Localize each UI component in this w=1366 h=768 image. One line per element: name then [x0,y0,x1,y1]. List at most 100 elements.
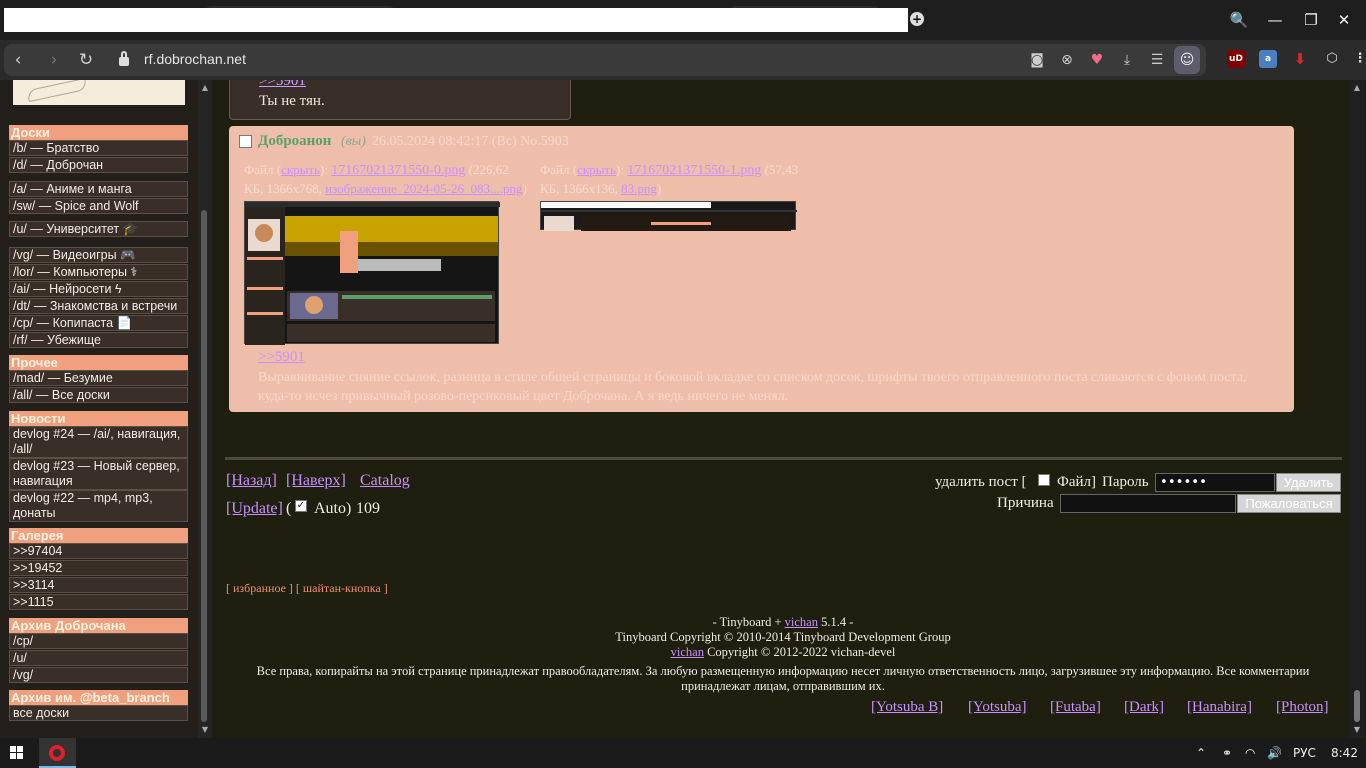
shield-icon[interactable]: ⊗ [1057,50,1077,70]
scroll-down-icon[interactable]: ▼ [200,726,210,734]
file-sep: ): [320,162,328,177]
auto-update-checkbox[interactable]: ✓ [295,500,307,512]
sidebar-item-a[interactable]: /a/ — Аниме и манга [9,181,188,197]
original-name-link[interactable]: 83.png [621,181,657,196]
sidebar-item-rf[interactable]: /rf/ — Убежище [9,332,188,348]
translate-icon[interactable]: a [1259,50,1277,68]
forward-icon[interactable]: › [42,48,66,72]
download-icon[interactable]: ⤓ [1117,50,1137,70]
ublock-icon[interactable]: uD [1227,50,1245,68]
sidebar-gallery-item[interactable]: >>19452 [9,560,188,576]
sidebar-item-d[interactable]: /d/ — Доброчан [9,157,188,173]
sidebar-item-vg[interactable]: /vg/ — Видеоигры 🎮 [9,247,188,263]
hide-file-link[interactable]: скрыть [281,162,320,177]
camera-icon[interactable]: ◙ [1027,50,1047,70]
volume-icon[interactable]: 🔊 [1267,745,1282,761]
style-futaba[interactable]: [Futaba] [1050,699,1101,716]
style-dark[interactable]: [Dark] [1124,699,1164,716]
lock-icon [118,51,130,67]
extensions-icon[interactable]: ⬡ [1323,50,1341,68]
report-button[interactable]: Пожаловаться [1237,494,1341,513]
file-dims: КБ, 1366x136, [540,181,618,196]
accessibility-icon[interactable]: ⚭ [1222,745,1232,761]
tray-arrow-icon[interactable]: ⌃ [1196,745,1206,761]
shaitan-button-link[interactable]: шайтан-кнопка [303,581,381,595]
post-select-checkbox[interactable] [239,135,252,148]
new-tab-button[interactable]: + [910,12,924,26]
reason-input[interactable] [1060,494,1236,513]
profile-icon[interactable]: ☺ [1174,46,1200,74]
style-yotsuba-b[interactable]: [Yotsuba B] [871,699,943,716]
file-name-link[interactable]: 17167021371550-0.png [331,163,465,178]
sidebar-scroll-thumb[interactable] [201,210,207,722]
sidebar-news-item[interactable]: devlog #23 — Новый сервер, навигация [9,458,188,490]
sidebar-gallery-item[interactable]: >>97404 [9,543,188,559]
style-hanabira[interactable]: [Hanabira] [1187,699,1252,716]
sidebar-item-cp[interactable]: /cp/ — Копипаста 📄 [9,315,188,331]
credits-line1: - Tinyboard + vichan 5.1.4 - [230,615,1336,630]
language-indicator[interactable]: РУС [1293,745,1316,761]
scroll-up-icon[interactable]: ▲ [200,84,210,92]
tab-search-icon[interactable]: 🔍 [1229,10,1249,30]
file-name-link[interactable]: 17167021371550-1.png [627,163,761,178]
url-text[interactable]: rf.dobrochan.net [144,51,246,67]
delete-button[interactable]: Удалить [1276,473,1341,492]
delete-file-checkbox[interactable] [1038,474,1050,486]
easy-setup-icon[interactable]: ☰ [1147,50,1167,70]
sidebar-gallery-item[interactable]: >>3114 [9,577,188,593]
sidebar-item-mad[interactable]: /mad/ — Безумие [9,370,188,386]
page-scroll-thumb[interactable] [1354,690,1360,722]
update-link[interactable]: [Update] [226,500,283,518]
reply-ref-link[interactable]: >>5901 [258,349,305,366]
vichan-link[interactable]: vichan [785,615,818,629]
reply-text: Ты не тян. [259,93,325,109]
credits-text: 5.1.4 - [817,615,854,629]
reply-ref-link[interactable]: >>5901 [259,80,306,90]
page-scrollbar[interactable]: ▲ ▼ [1350,80,1364,738]
sidebar-news-item[interactable]: devlog #24 — /ai/, навигация, /all/ [9,426,188,458]
scroll-up-icon[interactable]: ▲ [1352,84,1362,92]
back-icon[interactable]: ‹ [6,48,30,72]
windows-start-icon[interactable] [10,746,24,760]
sidebar-item-dt[interactable]: /dt/ — Знакомства и встречи [9,298,188,314]
hide-file-link[interactable]: скрыть [577,162,616,177]
menu-icon[interactable]: ⋮ [1351,50,1366,68]
sidebar-scrollbar[interactable]: ▲ ▼ [198,80,212,738]
sidebar-item-u[interactable]: /u/ — Университет 🎓 [9,221,188,237]
close-window-button[interactable]: ✕ [1334,10,1354,30]
opera-taskbar-icon[interactable] [39,738,76,768]
network-icon[interactable]: ◠ [1245,745,1255,761]
file-dims: КБ, 1366x768, [244,181,322,196]
back-link[interactable]: [Назад] [226,472,277,490]
sidebar-item-b[interactable]: /b/ — Братство [9,140,188,156]
image-thumbnail[interactable] [244,201,500,345]
sidebar-archive-item[interactable]: /vg/ [9,667,188,683]
original-name-link[interactable]: изображение_2024-05-26_083....png [325,181,522,196]
maximize-button[interactable]: ❐ [1301,10,1321,30]
post-date[interactable]: 26.05.2024 08:42:17 (Вс) No.5903 [372,134,569,150]
image-thumbnail[interactable] [540,201,797,231]
sidebar-item-ai[interactable]: /ai/ — Нейросети ϟ [9,281,188,297]
download-ext-icon[interactable]: ⬇ [1291,50,1309,68]
scroll-down-icon[interactable]: ▼ [1352,726,1362,734]
style-yotsuba[interactable]: [Yotsuba] [968,699,1026,716]
favorites-link[interactable]: избранное [233,581,286,595]
credits-text: Copyright © 2012-2022 vichan-devel [703,645,896,659]
vichan-link[interactable]: vichan [671,645,704,659]
reload-icon[interactable]: ↻ [74,48,98,72]
catalog-link[interactable]: Catalog [360,472,410,490]
sidebar-news-item[interactable]: devlog #22 — mp4, mp3, донаты [9,490,188,522]
top-link[interactable]: [Наверх] [286,472,346,490]
sidebar-item-all[interactable]: /all/ — Все доски [9,387,188,403]
sidebar-archive-item[interactable]: /cp/ [9,633,188,649]
sidebar-item-sw[interactable]: /sw/ — Spice and Wolf [9,198,188,214]
sidebar-archive-item[interactable]: все доски [9,705,188,721]
heart-icon[interactable]: ♥ [1087,50,1107,70]
clock[interactable]: 8:42 [1331,745,1358,761]
sidebar-gallery-item[interactable]: >>1115 [9,594,188,610]
sidebar-archive-item[interactable]: /u/ [9,650,188,666]
minimize-button[interactable]: — [1265,10,1285,30]
style-photon[interactable]: [Photon] [1276,699,1329,716]
sidebar-item-lor[interactable]: /lor/ — Компьютеры ⚕ [9,264,188,280]
password-input[interactable]: •••••• [1155,473,1275,492]
